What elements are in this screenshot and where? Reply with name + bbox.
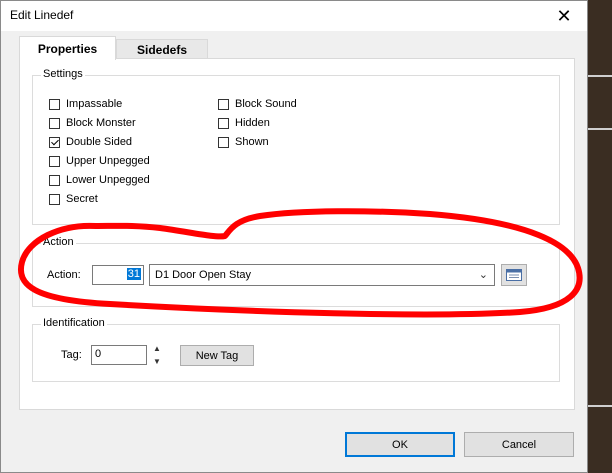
checkbox-box-checked[interactable] (49, 136, 60, 148)
checkbox-label: Secret (66, 193, 98, 205)
settings-group-title: Settings (41, 68, 85, 80)
checkbox-label: Upper Unpegged (66, 155, 150, 167)
checkbox-secret[interactable]: Secret (49, 191, 98, 207)
checkbox-box[interactable] (49, 98, 60, 110)
properties-panel: Settings Impassable Block Monster Double… (19, 58, 575, 410)
title-bar: Edit Linedef ✕ (1, 1, 587, 31)
action-group: Action Action: 31 D1 Door Open Stay ⌄ (32, 236, 560, 307)
checkbox-label: Shown (235, 136, 269, 148)
checkbox-label: Impassable (66, 98, 123, 110)
edit-linedef-dialog: Edit Linedef ✕ Properties Sidedefs Setti… (0, 0, 588, 473)
checkbox-label: Block Sound (235, 98, 297, 110)
checkbox-box[interactable] (49, 193, 60, 205)
chevron-up-icon[interactable]: ▲ (153, 344, 161, 353)
checkbox-box[interactable] (49, 155, 60, 167)
new-tag-button[interactable]: New Tag (180, 345, 254, 366)
checkbox-label: Double Sided (66, 136, 133, 148)
chevron-down-icon: ⌄ (478, 269, 488, 281)
tag-stepper[interactable]: ▲ ▼ (151, 344, 163, 366)
new-tag-label: New Tag (195, 349, 239, 362)
checkbox-box[interactable] (49, 174, 60, 186)
checkbox-impassable[interactable]: Impassable (49, 96, 122, 112)
tag-input[interactable]: 0 (91, 345, 147, 365)
checkbox-label: Block Monster (66, 117, 136, 129)
tab-properties-label: Properties (37, 41, 98, 56)
map-line (588, 405, 612, 407)
tag-value: 0 (95, 348, 102, 360)
cancel-label: Cancel (501, 438, 537, 451)
action-number-input[interactable]: 31 (92, 265, 144, 285)
checkbox-box[interactable] (218, 117, 229, 129)
checkbox-shown[interactable]: Shown (218, 134, 269, 150)
checkbox-block-monster[interactable]: Block Monster (49, 115, 136, 131)
tag-label: Tag: (61, 349, 82, 361)
action-dropdown[interactable]: D1 Door Open Stay ⌄ (149, 264, 495, 286)
identification-group-title: Identification (41, 317, 107, 329)
chevron-down-icon[interactable]: ▼ (153, 357, 161, 366)
map-line (588, 128, 612, 130)
checkbox-block-sound[interactable]: Block Sound (218, 96, 297, 112)
action-number-value: 31 (126, 268, 141, 280)
action-label: Action: (47, 269, 81, 281)
checkbox-label: Hidden (235, 117, 270, 129)
editor-background (588, 0, 612, 473)
map-line (588, 75, 612, 77)
cancel-button[interactable]: Cancel (464, 432, 574, 457)
action-browse-button[interactable] (501, 264, 527, 286)
checkbox-lower-unpegged[interactable]: Lower Unpegged (49, 172, 150, 188)
checkbox-hidden[interactable]: Hidden (218, 115, 270, 131)
settings-group: Settings Impassable Block Monster Double… (32, 68, 560, 225)
ok-button[interactable]: OK (345, 432, 455, 457)
checkbox-box[interactable] (218, 136, 229, 148)
identification-group: Identification Tag: 0 ▲ ▼ New Tag (32, 317, 560, 382)
action-dropdown-value: D1 Door Open Stay (155, 269, 251, 281)
checkbox-double-sided[interactable]: Double Sided (49, 134, 132, 150)
checkbox-label: Lower Unpegged (66, 174, 150, 186)
action-group-title: Action (41, 236, 76, 248)
close-button[interactable]: ✕ (541, 1, 587, 31)
tab-properties[interactable]: Properties (19, 36, 116, 60)
checkbox-box[interactable] (49, 117, 60, 129)
tab-sidedefs-label: Sidedefs (136, 43, 187, 57)
checkbox-box[interactable] (218, 98, 229, 110)
window-title: Edit Linedef (10, 8, 74, 22)
ok-label: OK (392, 438, 408, 451)
close-icon: ✕ (556, 5, 572, 26)
checkbox-upper-unpegged[interactable]: Upper Unpegged (49, 153, 150, 169)
list-browser-icon (506, 269, 522, 281)
